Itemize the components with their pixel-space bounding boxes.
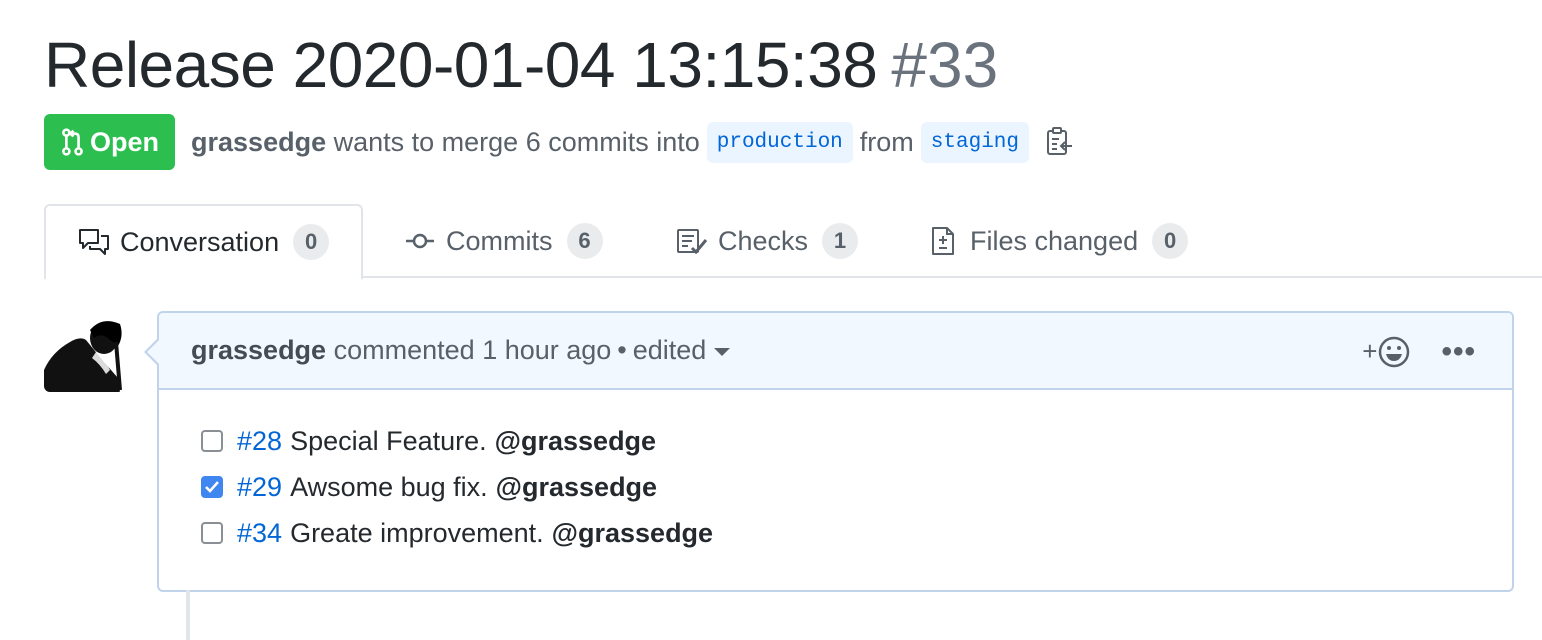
comment-box: grassedge commented 1 hour ago • edited … bbox=[157, 311, 1514, 592]
comment-header: grassedge commented 1 hour ago • edited … bbox=[159, 313, 1512, 390]
head-branch[interactable]: staging bbox=[920, 121, 1029, 163]
pr-tabs: Conversation 0 Commits 6 Checks 1 Files … bbox=[44, 204, 1542, 280]
tab-label: Checks bbox=[718, 225, 809, 256]
tab-label: Conversation bbox=[120, 226, 280, 257]
merge-description: grassedge wants to merge 6 commits into … bbox=[191, 121, 1074, 163]
timeline-line bbox=[186, 590, 190, 640]
tab-conversation[interactable]: Conversation 0 bbox=[44, 204, 364, 280]
state-badge: Open bbox=[44, 114, 176, 170]
comment-action: commented bbox=[333, 335, 475, 365]
pr-meta-row: Open grassedge wants to merge 6 commits … bbox=[44, 114, 1074, 170]
tab-counter: 0 bbox=[1152, 223, 1189, 259]
task-list-item: #29 Awsome bug fix. @grassedge bbox=[201, 464, 1470, 510]
comment-discussion-icon bbox=[79, 229, 109, 255]
file-diff-icon bbox=[932, 227, 954, 255]
chevron-down-icon bbox=[714, 347, 731, 356]
comment-arrow-inner bbox=[147, 340, 159, 364]
checklist-icon bbox=[677, 229, 708, 255]
tab-commits[interactable]: Commits 6 bbox=[404, 204, 603, 278]
smiley-icon bbox=[1379, 336, 1410, 367]
task-text: Special Feature. bbox=[290, 425, 487, 456]
edited-dropdown[interactable]: edited bbox=[633, 335, 731, 366]
comment-timestamp[interactable]: 1 hour ago bbox=[482, 335, 611, 366]
git-pull-request-icon bbox=[62, 128, 83, 156]
issue-link[interactable]: #28 bbox=[237, 426, 282, 457]
pr-title: Release 2020-01-04 13:15:38 bbox=[44, 29, 878, 101]
comment-actions: + ••• bbox=[1362, 313, 1476, 390]
check-icon bbox=[205, 481, 219, 493]
tab-files-changed[interactable]: Files changed 0 bbox=[928, 204, 1189, 278]
from-text: from bbox=[859, 126, 914, 157]
issue-link[interactable]: #29 bbox=[237, 472, 282, 503]
tab-counter: 6 bbox=[566, 223, 603, 259]
tab-label: Files changed bbox=[970, 225, 1139, 256]
avatar[interactable] bbox=[44, 312, 124, 392]
pr-number: #33 bbox=[891, 29, 999, 101]
task-list-item: #34 Greate improvement. @grassedge bbox=[201, 510, 1470, 556]
pr-title-row: Release 2020-01-04 13:15:38 #33 bbox=[44, 28, 998, 102]
task-text: Awsome bug fix. bbox=[290, 471, 488, 502]
tab-counter: 0 bbox=[293, 224, 330, 260]
plus-label: + bbox=[1362, 336, 1378, 366]
separator-dot: • bbox=[617, 335, 627, 365]
merge-text: wants to merge 6 commits into bbox=[333, 126, 700, 157]
task-checkbox[interactable] bbox=[201, 522, 223, 544]
tab-checks[interactable]: Checks 1 bbox=[676, 204, 859, 278]
commit-icon bbox=[406, 233, 434, 249]
state-label: Open bbox=[90, 126, 160, 157]
avatar-image bbox=[44, 312, 124, 392]
task-list-item: #28 Special Feature. @grassedge bbox=[201, 418, 1470, 464]
base-branch[interactable]: production bbox=[706, 121, 853, 163]
copy-branch-icon[interactable] bbox=[1044, 126, 1074, 158]
pr-author-link[interactable]: grassedge bbox=[191, 127, 326, 158]
user-mention[interactable]: @grassedge bbox=[495, 426, 656, 457]
more-options-button[interactable]: ••• bbox=[1441, 335, 1476, 369]
user-mention[interactable]: @grassedge bbox=[552, 518, 713, 549]
task-checkbox[interactable] bbox=[201, 430, 223, 452]
edited-label: edited bbox=[632, 335, 707, 365]
comment-author[interactable]: grassedge bbox=[191, 335, 326, 366]
tab-counter: 1 bbox=[822, 223, 859, 259]
add-reaction-button[interactable]: + bbox=[1362, 335, 1411, 369]
task-text: Greate improvement. bbox=[290, 517, 544, 548]
comment-body: #28 Special Feature. @grassedge #29 Awso… bbox=[159, 390, 1512, 584]
task-checkbox[interactable] bbox=[201, 476, 223, 498]
tab-label: Commits bbox=[446, 225, 553, 256]
issue-link[interactable]: #34 bbox=[237, 518, 282, 549]
user-mention[interactable]: @grassedge bbox=[496, 472, 657, 503]
